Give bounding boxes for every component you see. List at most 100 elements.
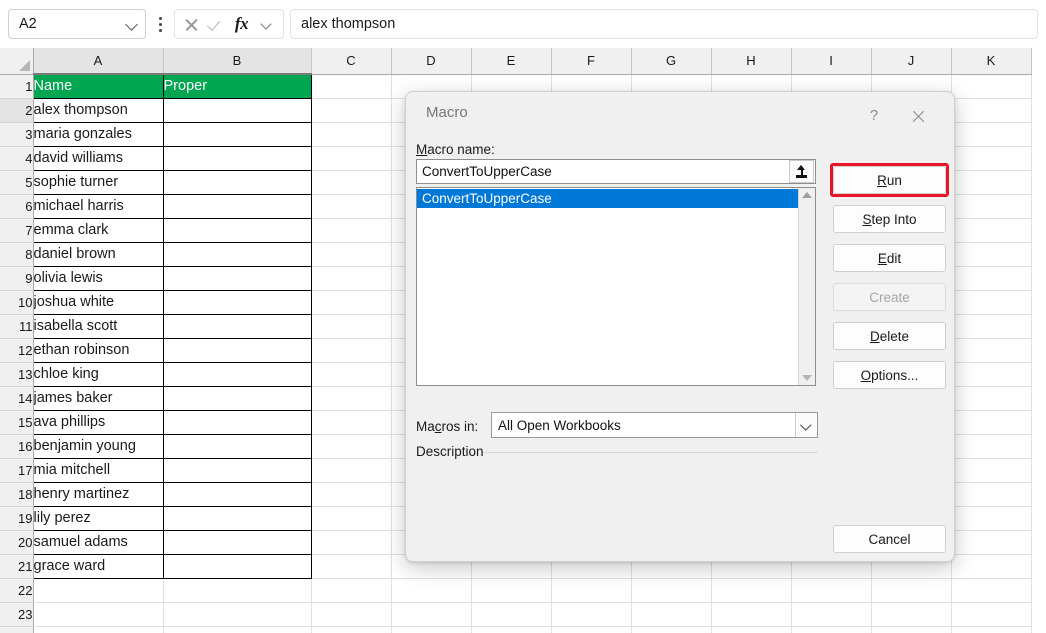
cell-C10[interactable] xyxy=(311,290,391,314)
cell-A19[interactable]: lily perez xyxy=(33,506,163,530)
cell-B6[interactable] xyxy=(163,194,311,218)
cell-E23[interactable] xyxy=(471,602,551,626)
row-header-21[interactable]: 21 xyxy=(0,554,33,578)
cell-K7[interactable] xyxy=(951,218,1031,242)
cell-H22[interactable] xyxy=(711,578,791,602)
column-header-a[interactable]: A xyxy=(33,48,163,74)
cell-F23[interactable] xyxy=(551,602,631,626)
edit-button[interactable]: Edit xyxy=(833,244,946,272)
column-header-d[interactable]: D xyxy=(391,48,471,74)
cell-A8[interactable]: daniel brown xyxy=(33,242,163,266)
cell-A21[interactable]: grace ward xyxy=(33,554,163,578)
row-header-22[interactable]: 22 xyxy=(0,578,33,602)
cell-A3[interactable]: maria gonzales xyxy=(33,122,163,146)
cell-C1[interactable] xyxy=(311,74,391,98)
scroll-up-arrow-icon[interactable] xyxy=(802,192,812,198)
row-header-17[interactable]: 17 xyxy=(0,458,33,482)
cell-B21[interactable] xyxy=(163,554,311,578)
cell-B14[interactable] xyxy=(163,386,311,410)
cell-C19[interactable] xyxy=(311,506,391,530)
row-header-7[interactable]: 7 xyxy=(0,218,33,242)
cell-K8[interactable] xyxy=(951,242,1031,266)
table-row[interactable]: 22 xyxy=(0,578,1031,602)
delete-button[interactable]: Delete xyxy=(833,322,946,350)
cell-E24[interactable] xyxy=(471,626,551,633)
row-header-13[interactable]: 13 xyxy=(0,362,33,386)
cell-B18[interactable] xyxy=(163,482,311,506)
cancel-x-icon[interactable] xyxy=(180,12,204,36)
chevron-down-icon[interactable] xyxy=(795,413,817,437)
row-header-10[interactable]: 10 xyxy=(0,290,33,314)
row-header-24[interactable]: 24 xyxy=(0,626,33,633)
row-header-16[interactable]: 16 xyxy=(0,434,33,458)
select-all-triangle-icon[interactable] xyxy=(0,48,33,74)
cell-B4[interactable] xyxy=(163,146,311,170)
column-header-e[interactable]: E xyxy=(471,48,551,74)
cell-K18[interactable] xyxy=(951,482,1031,506)
cell-C20[interactable] xyxy=(311,530,391,554)
cell-K15[interactable] xyxy=(951,410,1031,434)
cell-B10[interactable] xyxy=(163,290,311,314)
cell-K24[interactable] xyxy=(951,626,1031,633)
table-row[interactable]: 24 xyxy=(0,626,1031,633)
row-header-3[interactable]: 3 xyxy=(0,122,33,146)
cell-B15[interactable] xyxy=(163,410,311,434)
cell-B20[interactable] xyxy=(163,530,311,554)
row-header-19[interactable]: 19 xyxy=(0,506,33,530)
cell-A12[interactable]: ethan robinson xyxy=(33,338,163,362)
more-options-icon[interactable] xyxy=(150,9,170,39)
cell-A22[interactable] xyxy=(33,578,163,602)
cell-B7[interactable] xyxy=(163,218,311,242)
row-header-14[interactable]: 14 xyxy=(0,386,33,410)
cell-K16[interactable] xyxy=(951,434,1031,458)
row-header-9[interactable]: 9 xyxy=(0,266,33,290)
cell-J23[interactable] xyxy=(871,602,951,626)
row-header-20[interactable]: 20 xyxy=(0,530,33,554)
row-header-8[interactable]: 8 xyxy=(0,242,33,266)
cell-B2[interactable] xyxy=(163,98,311,122)
cell-B1[interactable]: Proper xyxy=(163,74,311,98)
cell-A18[interactable]: henry martinez xyxy=(33,482,163,506)
cell-J24[interactable] xyxy=(871,626,951,633)
cell-A6[interactable]: michael harris xyxy=(33,194,163,218)
cell-B16[interactable] xyxy=(163,434,311,458)
cell-F24[interactable] xyxy=(551,626,631,633)
cell-A5[interactable]: sophie turner xyxy=(33,170,163,194)
row-header-6[interactable]: 6 xyxy=(0,194,33,218)
cell-A10[interactable]: joshua white xyxy=(33,290,163,314)
cell-C24[interactable] xyxy=(311,626,391,633)
cell-A17[interactable]: mia mitchell xyxy=(33,458,163,482)
cell-C3[interactable] xyxy=(311,122,391,146)
cell-B19[interactable] xyxy=(163,506,311,530)
cell-A4[interactable]: david williams xyxy=(33,146,163,170)
column-header-f[interactable]: F xyxy=(551,48,631,74)
cell-K6[interactable] xyxy=(951,194,1031,218)
cell-B5[interactable] xyxy=(163,170,311,194)
cell-G22[interactable] xyxy=(631,578,711,602)
cell-C16[interactable] xyxy=(311,434,391,458)
cell-D24[interactable] xyxy=(391,626,471,633)
cell-J22[interactable] xyxy=(871,578,951,602)
cell-C9[interactable] xyxy=(311,266,391,290)
confirm-check-icon[interactable] xyxy=(205,12,229,36)
macro-name-input[interactable]: ConvertToUpperCase xyxy=(416,159,816,184)
row-header-18[interactable]: 18 xyxy=(0,482,33,506)
cell-A11[interactable]: isabella scott xyxy=(33,314,163,338)
cell-E22[interactable] xyxy=(471,578,551,602)
cell-A1[interactable]: Name xyxy=(33,74,163,98)
cell-B11[interactable] xyxy=(163,314,311,338)
cell-B23[interactable] xyxy=(163,602,311,626)
cell-B8[interactable] xyxy=(163,242,311,266)
cell-B9[interactable] xyxy=(163,266,311,290)
row-header-1[interactable]: 1 xyxy=(0,74,33,98)
cell-C11[interactable] xyxy=(311,314,391,338)
cell-B12[interactable] xyxy=(163,338,311,362)
cell-A15[interactable]: ava phillips xyxy=(33,410,163,434)
cell-K14[interactable] xyxy=(951,386,1031,410)
options-button[interactable]: Options... xyxy=(833,361,946,389)
cell-C22[interactable] xyxy=(311,578,391,602)
cell-C17[interactable] xyxy=(311,458,391,482)
cell-K12[interactable] xyxy=(951,338,1031,362)
cell-C12[interactable] xyxy=(311,338,391,362)
cell-C6[interactable] xyxy=(311,194,391,218)
